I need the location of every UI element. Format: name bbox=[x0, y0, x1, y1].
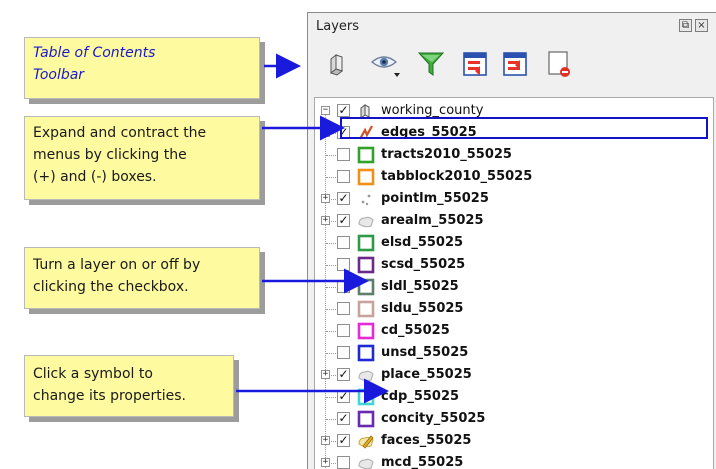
layer-checkbox[interactable] bbox=[337, 346, 350, 359]
layer-tree: − ✓ working_county + ✓ edges_55025 tracts20… bbox=[314, 97, 714, 469]
layer-checkbox[interactable]: ✓ bbox=[337, 368, 350, 381]
polygon-icon[interactable] bbox=[357, 234, 375, 252]
polygon-icon[interactable] bbox=[357, 300, 375, 318]
layer-label: scsd_55025 bbox=[381, 257, 466, 272]
layer-checkbox[interactable] bbox=[337, 236, 350, 249]
polygon-icon[interactable] bbox=[357, 344, 375, 362]
layer-row[interactable]: unsd_55025 bbox=[315, 342, 713, 364]
note-symbol: Click a symbol to change its properties. bbox=[24, 355, 234, 417]
panel-title: Layers bbox=[316, 19, 360, 34]
layer-label: sldl_55025 bbox=[381, 279, 459, 294]
note-expand-contract: Expand and contract the menus by clickin… bbox=[24, 116, 260, 200]
polygon-icon[interactable] bbox=[357, 278, 375, 296]
pencil-polygon-icon[interactable] bbox=[357, 432, 375, 450]
layer-checkbox[interactable]: ✓ bbox=[337, 434, 350, 447]
layer-row[interactable]: + ✓ place_55025 bbox=[315, 364, 713, 386]
layers-panel: Layers ⧉ × − ✓ working_county + ✓ edges_… bbox=[307, 12, 716, 469]
layer-row[interactable]: scsd_55025 bbox=[315, 254, 713, 276]
expand-toggle[interactable]: + bbox=[321, 370, 330, 379]
layer-row[interactable]: + ✓ arealm_55025 bbox=[315, 210, 713, 232]
note-toolbar: Table of Contents Toolbar bbox=[24, 37, 260, 99]
expand-toggle[interactable]: + bbox=[321, 216, 330, 225]
expand-all-icon[interactable] bbox=[460, 49, 490, 79]
polygon-icon[interactable] bbox=[357, 168, 375, 186]
group-label: working_county bbox=[381, 103, 484, 118]
layer-label: faces_55025 bbox=[381, 433, 472, 448]
visibility-eye-icon[interactable] bbox=[368, 49, 404, 79]
expand-toggle[interactable]: + bbox=[321, 436, 330, 445]
multi-polygon-icon[interactable] bbox=[357, 212, 375, 230]
layer-checkbox[interactable]: ✓ bbox=[337, 214, 350, 227]
layer-checkbox[interactable]: ✓ bbox=[337, 104, 350, 117]
layer-label: arealm_55025 bbox=[381, 213, 484, 228]
layer-checkbox[interactable] bbox=[337, 258, 350, 271]
layer-row[interactable]: + ✓ faces_55025 bbox=[315, 430, 713, 452]
layer-row[interactable]: tabblock2010_55025 bbox=[315, 166, 713, 188]
collapse-toggle[interactable]: − bbox=[321, 106, 330, 115]
layer-label: cdp_55025 bbox=[381, 389, 460, 404]
polygon-icon[interactable] bbox=[357, 388, 375, 406]
layer-row[interactable]: ✓ cdp_55025 bbox=[315, 386, 713, 408]
layer-label: tabblock2010_55025 bbox=[381, 169, 533, 184]
line-icon[interactable] bbox=[357, 124, 375, 142]
remove-layer-icon[interactable] bbox=[544, 49, 574, 79]
layer-checkbox[interactable]: ✓ bbox=[337, 126, 350, 139]
layer-row[interactable]: + mcd_55025 bbox=[315, 452, 713, 469]
layer-checkbox[interactable]: ✓ bbox=[337, 192, 350, 205]
expand-toggle[interactable]: + bbox=[321, 194, 330, 203]
points-icon[interactable] bbox=[357, 190, 375, 208]
close-icon[interactable]: × bbox=[695, 19, 708, 32]
layer-checkbox[interactable]: ✓ bbox=[337, 412, 350, 425]
layer-label: sldu_55025 bbox=[381, 301, 464, 316]
layer-checkbox[interactable] bbox=[337, 302, 350, 315]
polygon-icon[interactable] bbox=[357, 410, 375, 428]
restore-icon[interactable]: ⧉ bbox=[679, 19, 692, 32]
layer-group-row[interactable]: − ✓ working_county bbox=[315, 100, 713, 122]
layer-label: unsd_55025 bbox=[381, 345, 469, 360]
layer-row[interactable]: elsd_55025 bbox=[315, 232, 713, 254]
layer-label: edges_55025 bbox=[381, 125, 477, 140]
layer-row[interactable]: sldl_55025 bbox=[315, 276, 713, 298]
expand-toggle[interactable]: + bbox=[321, 458, 330, 467]
layer-checkbox[interactable] bbox=[337, 456, 350, 469]
layer-row[interactable]: + ✓ edges_55025 bbox=[315, 122, 713, 144]
add-group-icon[interactable] bbox=[322, 49, 352, 79]
polygon-icon[interactable] bbox=[357, 256, 375, 274]
layer-label: pointlm_55025 bbox=[381, 191, 489, 206]
layer-label: place_55025 bbox=[381, 367, 472, 382]
layer-checkbox[interactable] bbox=[337, 170, 350, 183]
layer-row[interactable]: tracts2010_55025 bbox=[315, 144, 713, 166]
note-toggle-layer: Turn a layer on or off by clicking the c… bbox=[24, 247, 260, 309]
layer-row[interactable]: cd_55025 bbox=[315, 320, 713, 342]
layer-label: mcd_55025 bbox=[381, 455, 464, 469]
layer-label: cd_55025 bbox=[381, 323, 450, 338]
collapse-all-icon[interactable] bbox=[500, 49, 530, 79]
expand-toggle[interactable]: + bbox=[321, 128, 330, 137]
filter-legend-icon[interactable] bbox=[416, 49, 446, 79]
toc-toolbar bbox=[316, 47, 706, 87]
layer-label: elsd_55025 bbox=[381, 235, 464, 250]
layer-row[interactable]: ✓ concity_55025 bbox=[315, 408, 713, 430]
group-icon bbox=[360, 104, 370, 119]
layer-checkbox[interactable]: ✓ bbox=[337, 390, 350, 403]
layer-checkbox[interactable] bbox=[337, 148, 350, 161]
layer-label: tracts2010_55025 bbox=[381, 147, 512, 162]
polygon-icon[interactable] bbox=[357, 322, 375, 340]
layer-checkbox[interactable] bbox=[337, 280, 350, 293]
layer-label: concity_55025 bbox=[381, 411, 486, 426]
polygon-icon[interactable] bbox=[357, 146, 375, 164]
multi-polygon-icon[interactable] bbox=[357, 366, 375, 384]
multi-polygon-icon[interactable] bbox=[357, 454, 375, 469]
layer-row[interactable]: + ✓ pointlm_55025 bbox=[315, 188, 713, 210]
layer-row[interactable]: sldu_55025 bbox=[315, 298, 713, 320]
layer-checkbox[interactable] bbox=[337, 324, 350, 337]
